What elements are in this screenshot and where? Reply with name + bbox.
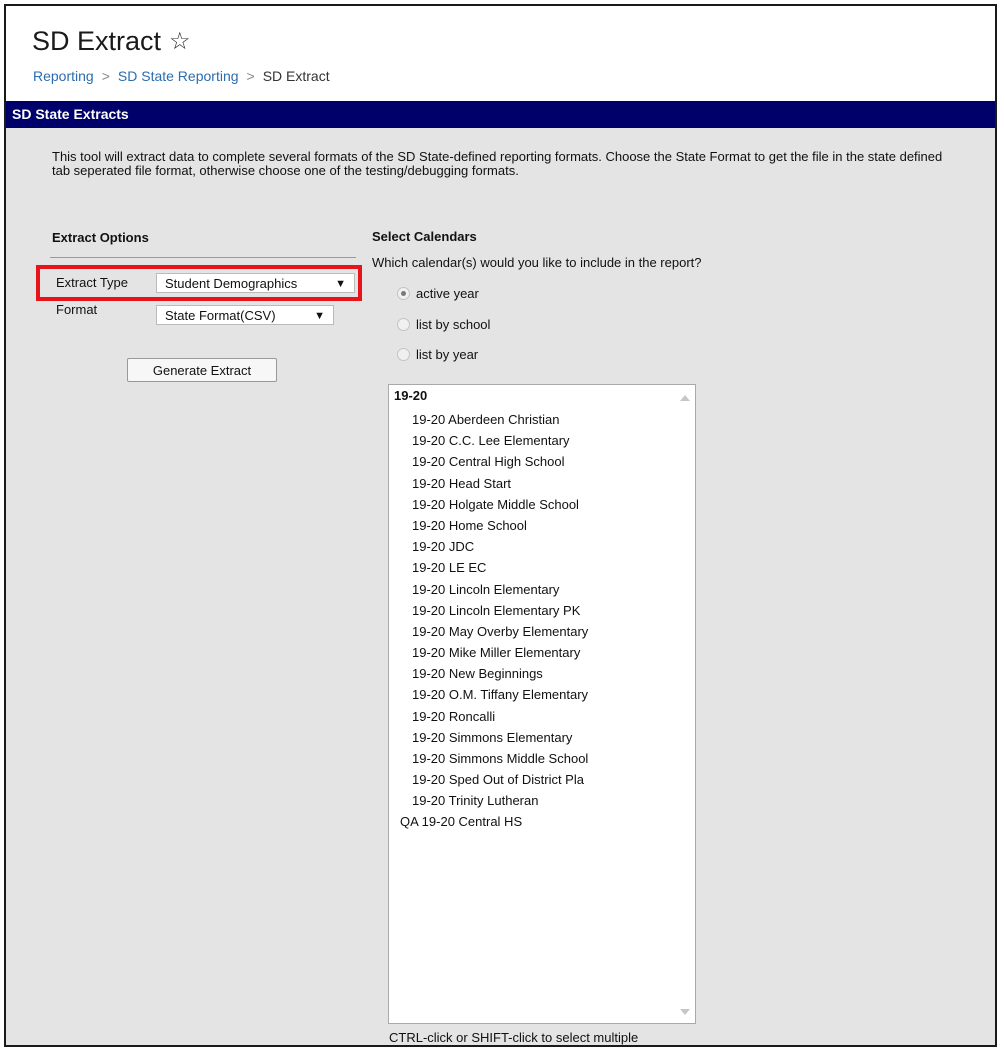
format-select[interactable]: State Format(CSV) ▼ bbox=[156, 305, 334, 325]
format-label: Format bbox=[56, 302, 98, 317]
list-item[interactable]: 19-20 Lincoln Elementary PK bbox=[412, 600, 588, 621]
list-item[interactable]: 19-20 May Overby Elementary bbox=[412, 621, 588, 642]
format-value: State Format(CSV) bbox=[165, 308, 276, 323]
list-item[interactable]: 19-20 Lincoln Elementary bbox=[412, 579, 588, 600]
list-group-header: 19-20 bbox=[394, 388, 428, 403]
chevron-right-icon: > bbox=[246, 68, 255, 84]
dropdown-arrow-icon: ▼ bbox=[314, 310, 325, 322]
list-item[interactable]: 19-20 Simmons Middle School bbox=[412, 748, 588, 769]
list-item[interactable]: 19-20 Head Start bbox=[412, 473, 588, 494]
highlight-box bbox=[36, 265, 362, 301]
breadcrumb-current: SD Extract bbox=[262, 68, 330, 84]
list-item[interactable]: 19-20 Aberdeen Christian bbox=[412, 409, 588, 430]
scroll-down-arrow-icon[interactable] bbox=[680, 1009, 690, 1015]
calendar-list: 19-20 Aberdeen Christian 19-20 C.C. Lee E… bbox=[412, 409, 588, 812]
list-item[interactable]: 19-20 O.M. Tiffany Elementary bbox=[412, 684, 588, 705]
list-item[interactable]: 19-20 New Beginnings bbox=[412, 663, 588, 684]
page-title-text: SD Extract bbox=[32, 26, 162, 56]
radio-list-by-school[interactable]: list by school bbox=[397, 317, 490, 332]
chevron-right-icon: > bbox=[101, 68, 110, 84]
list-item[interactable]: 19-20 Roncalli bbox=[412, 706, 588, 727]
scroll-up-arrow-icon[interactable] bbox=[680, 395, 690, 401]
radio-button[interactable] bbox=[397, 348, 410, 361]
page-title: SD Extract ☆ bbox=[32, 26, 191, 57]
list-item[interactable]: 19-20 Mike Miller Elementary bbox=[412, 642, 588, 663]
divider bbox=[50, 257, 356, 258]
panel-title-bar: SD State Extracts bbox=[6, 101, 995, 128]
list-item[interactable]: 19-20 JDC bbox=[412, 536, 588, 557]
list-item[interactable]: 19-20 Central High School bbox=[412, 451, 588, 472]
extract-options-heading: Extract Options bbox=[52, 230, 149, 245]
radio-label: list by school bbox=[416, 317, 491, 332]
panel-content: This tool will extract data to complete … bbox=[6, 128, 995, 1045]
radio-label: active year bbox=[416, 286, 479, 301]
radio-button[interactable] bbox=[397, 287, 410, 300]
list-item[interactable]: QA 19-20 Central HS bbox=[400, 814, 522, 829]
calendar-question: Which calendar(s) would you like to incl… bbox=[372, 255, 702, 270]
list-item[interactable]: 19-20 Simmons Elementary bbox=[412, 727, 588, 748]
calendar-listbox[interactable]: 19-20 19-20 Aberdeen Christian 19-20 C.C.… bbox=[388, 384, 696, 1024]
multi-select-hint: CTRL-click or SHIFT-click to select mult… bbox=[389, 1030, 639, 1045]
list-item[interactable]: 19-20 Holgate Middle School bbox=[412, 494, 588, 515]
panel-description: This tool will extract data to complete … bbox=[52, 149, 943, 178]
breadcrumb-sd-state-reporting[interactable]: SD State Reporting bbox=[118, 68, 239, 84]
star-outline-icon[interactable]: ☆ bbox=[169, 29, 191, 54]
breadcrumb-reporting[interactable]: Reporting bbox=[33, 68, 94, 84]
radio-label: list by year bbox=[416, 347, 479, 362]
generate-extract-button[interactable]: Generate Extract bbox=[127, 358, 277, 382]
breadcrumb: Reporting > SD State Reporting > SD Extract bbox=[33, 68, 330, 84]
list-item[interactable]: 19-20 Home School bbox=[412, 515, 588, 536]
list-item[interactable]: 19-20 Trinity Lutheran bbox=[412, 790, 588, 811]
list-item[interactable]: 19-20 LE EC bbox=[412, 557, 588, 578]
window-frame: SD Extract ☆ Reporting > SD State Reportin… bbox=[4, 4, 997, 1047]
radio-button[interactable] bbox=[397, 318, 410, 331]
list-item[interactable]: 19-20 Sped Out of District Pla bbox=[412, 769, 588, 790]
radio-list-by-year[interactable]: list by year bbox=[397, 347, 478, 362]
select-calendars-heading: Select Calendars bbox=[372, 229, 477, 244]
list-item[interactable]: 19-20 C.C. Lee Elementary bbox=[412, 430, 588, 451]
radio-active-year[interactable]: active year bbox=[397, 286, 479, 301]
page-header: SD Extract ☆ Reporting > SD State Reportin… bbox=[6, 6, 995, 101]
